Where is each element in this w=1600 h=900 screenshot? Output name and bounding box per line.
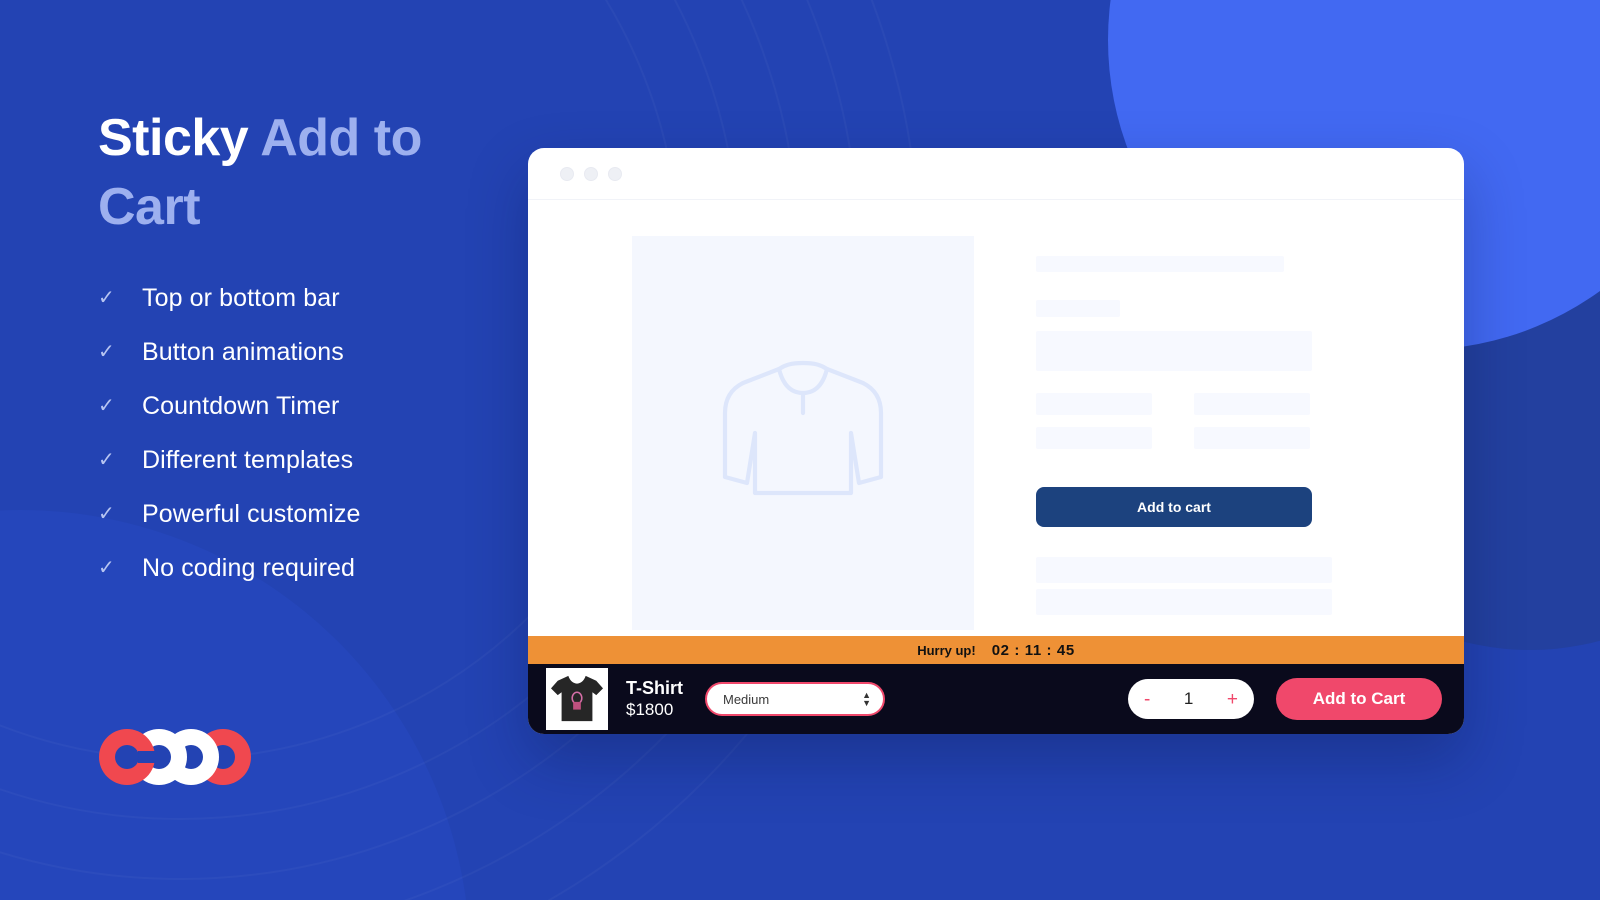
product-thumbnail[interactable] — [546, 668, 608, 730]
sticky-add-to-cart-button[interactable]: Add to Cart — [1276, 678, 1442, 720]
logo-letter-g — [99, 729, 155, 785]
check-icon: ✓ — [98, 287, 115, 310]
feature-label: Different templates — [142, 445, 354, 474]
headline-primary: Sticky — [98, 109, 261, 167]
skeleton-option-row-1 — [1036, 393, 1426, 415]
page-title: Sticky Add to Cart — [98, 104, 518, 241]
skeleton-option-cell — [1036, 427, 1152, 449]
feature-label: No coding required — [142, 553, 356, 582]
countdown-timer: 02 : 11 : 45 — [991, 641, 1075, 659]
quantity-value: 1 — [1183, 689, 1194, 708]
check-icon: ✓ — [98, 395, 115, 418]
list-item: ✓ Different templates — [98, 433, 518, 487]
product-title: T-Shirt — [626, 677, 683, 698]
browser-window-mockup: Add to cart Hurry up! 02 : 11 : 45 T-Shi… — [528, 148, 1464, 734]
skeleton-option-cell — [1194, 393, 1310, 415]
sticky-add-to-cart-bar: T-Shirt $1800 Medium ▲ ▼ - 1 + Add to Car… — [528, 664, 1464, 734]
skeleton-product-price — [1036, 300, 1120, 317]
product-detail-column: Add to cart — [1036, 236, 1426, 636]
product-image-placeholder — [632, 236, 974, 630]
product-page-content: Add to cart — [528, 200, 1464, 636]
skeleton-footer-line-1 — [1036, 557, 1332, 583]
window-dot-close[interactable] — [560, 166, 574, 181]
check-icon: ✓ — [98, 503, 115, 526]
quantity-increment-button[interactable]: + — [1227, 690, 1238, 709]
list-item: ✓ Powerful customize — [98, 487, 518, 541]
countdown-bar: Hurry up! 02 : 11 : 45 — [528, 636, 1464, 664]
quantity-decrement-button[interactable]: - — [1144, 690, 1150, 709]
list-item: ✓ Countdown Timer — [98, 379, 518, 433]
variant-select-wrapper: Medium ▲ ▼ — [683, 682, 885, 716]
long-sleeve-shirt-icon — [722, 360, 884, 496]
check-icon: ✓ — [98, 341, 115, 364]
promo-banner: Sticky Add to Cart ✓ Top or bottom bar ✓… — [0, 0, 1600, 900]
feature-label: Top or bottom bar — [142, 283, 340, 312]
hero-text-column: Sticky Add to Cart ✓ Top or bottom bar ✓… — [98, 104, 518, 595]
window-titlebar — [528, 148, 1464, 200]
tshirt-thumbnail-icon — [551, 675, 603, 722]
skeleton-option-cell — [1036, 393, 1152, 415]
skeleton-option-cell — [1194, 427, 1310, 449]
product-price: $1800 — [626, 699, 674, 719]
skeleton-option-row-2 — [1036, 427, 1426, 449]
skeleton-product-title — [1036, 256, 1284, 272]
variant-select[interactable]: Medium — [705, 682, 885, 716]
gooo-logo — [99, 729, 251, 785]
sticky-product-info: T-Shirt $1800 — [626, 678, 683, 721]
feature-label: Button animations — [142, 337, 344, 366]
window-dot-minimize[interactable] — [584, 166, 598, 181]
skeleton-footer-line-2 — [1036, 589, 1332, 615]
list-item: ✓ Button animations — [98, 325, 518, 379]
skeleton-product-description — [1036, 331, 1312, 371]
feature-list: ✓ Top or bottom bar ✓ Button animations … — [98, 271, 518, 595]
feature-label: Countdown Timer — [142, 391, 340, 420]
check-icon: ✓ — [98, 449, 115, 472]
add-to-cart-button[interactable]: Add to cart — [1036, 487, 1312, 527]
list-item: ✓ No coding required — [98, 541, 518, 595]
feature-label: Powerful customize — [142, 499, 361, 528]
quantity-stepper[interactable]: - 1 + — [1128, 679, 1254, 719]
check-icon: ✓ — [98, 557, 115, 580]
window-dot-maximize[interactable] — [608, 166, 622, 181]
countdown-label: Hurry up! — [917, 642, 976, 658]
list-item: ✓ Top or bottom bar — [98, 271, 518, 325]
